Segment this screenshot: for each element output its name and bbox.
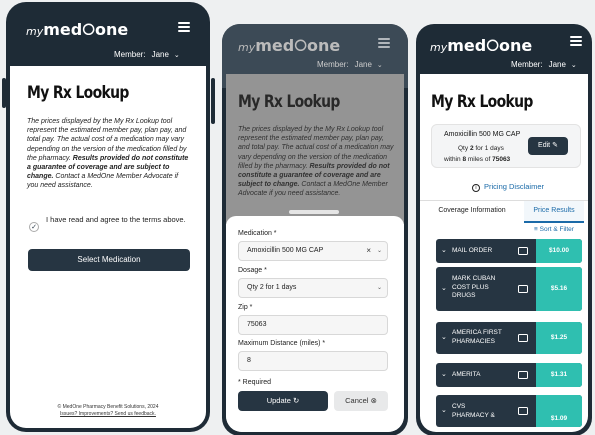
medication-select[interactable]: Amoxicillin 500 MG CAP × ⌄ xyxy=(238,241,388,261)
pill-icon: ⭘ xyxy=(82,20,96,39)
close-circle-icon: ⊗ xyxy=(370,396,377,405)
pharmacy-row[interactable]: ⌄ AMERITA $1.31 xyxy=(436,363,582,387)
agree-label: I have read and agree to the terms above… xyxy=(46,215,186,224)
edit-button[interactable]: Edit ✎ xyxy=(528,137,568,155)
tab-coverage-information[interactable]: Coverage Information xyxy=(420,201,524,223)
edit-icon: ✎ xyxy=(552,142,558,149)
sheet-handle[interactable] xyxy=(289,210,339,214)
card-location: within 8 miles of 75063 xyxy=(444,156,511,163)
pharmacy-price: $1.31 xyxy=(536,363,582,387)
chevron-down-icon[interactable]: ⌄ xyxy=(441,370,447,378)
chevron-down-icon: ⌄ xyxy=(173,52,180,59)
member-selector[interactable]: Member: Jane ⌄ xyxy=(317,60,383,69)
medone-logo: mymed⭘one xyxy=(26,20,129,39)
dosage-label: Dosage * xyxy=(238,267,267,274)
update-button[interactable]: Update ↻ xyxy=(238,391,328,411)
card-medication: Amoxicillin 500 MG CAP xyxy=(444,131,521,138)
chevron-down-icon[interactable]: ⌄ xyxy=(441,246,447,254)
pharmacy-row[interactable]: ⌄ MAIL ORDER $10.00 xyxy=(436,239,582,263)
member-selector[interactable]: Member: Jane ⌄ xyxy=(511,60,577,69)
pharmacy-price: $5.16 xyxy=(536,267,582,311)
distance-input[interactable]: 8 xyxy=(238,351,388,371)
screen-1: My Rx Lookup The prices displayed by the… xyxy=(10,66,206,428)
page-title: My Rx Lookup xyxy=(27,83,129,103)
distance-label: Maximum Distance (miles) * xyxy=(238,340,326,347)
info-icon: i xyxy=(472,184,480,192)
results-tabs: Coverage Information Price Results xyxy=(420,200,588,223)
pharmacy-row[interactable]: ⌄ CVS PHARMACY & $1.09 xyxy=(436,395,582,427)
sort-filter-button[interactable]: ≡ Sort & Filter xyxy=(534,226,574,233)
refresh-icon: ↻ xyxy=(292,396,300,405)
footer-copyright: © MedOne Pharmacy Benefit Solutions, 202… xyxy=(57,404,159,410)
chevron-down-icon[interactable]: ⌄ xyxy=(441,284,447,292)
medone-logo: mymed⭘one xyxy=(430,36,533,55)
store-icon xyxy=(518,334,528,342)
side-button xyxy=(211,78,215,124)
pharmacy-price: $1.25 xyxy=(536,322,582,354)
cancel-button[interactable]: Cancel ⊗ xyxy=(334,391,388,411)
screen-3: My Rx Lookup Amoxicillin 500 MG CAP Qty … xyxy=(420,74,588,432)
mail-icon xyxy=(518,247,528,255)
pharmacy-row[interactable]: ⌄ AMERICA FIRST PHARMACIES $1.25 xyxy=(436,322,582,354)
mail-icon xyxy=(518,285,528,293)
pill-icon: ⭘ xyxy=(294,36,308,55)
chevron-down-icon: ⌄ xyxy=(570,62,577,69)
dosage-select[interactable]: Qty 2 for 1 days ⌄ xyxy=(238,278,388,298)
chevron-down-icon[interactable]: ⌄ xyxy=(441,406,447,414)
clear-icon: × xyxy=(366,246,371,255)
member-selector[interactable]: Member: Jane ⌄ xyxy=(114,50,180,59)
filter-icon: ≡ xyxy=(534,226,538,233)
store-icon xyxy=(518,407,528,415)
side-button xyxy=(2,78,6,108)
chevron-down-icon: ⌄ xyxy=(376,285,382,291)
chevron-down-icon[interactable]: ⌄ xyxy=(441,333,447,341)
medone-logo: mymed⭘one xyxy=(238,36,341,55)
pill-icon: ⭘ xyxy=(486,36,500,55)
screen-2: My Rx Lookup The prices displayed by the… xyxy=(226,74,404,432)
pharmacy-row[interactable]: ⌄ MARK CUBAN COST PLUS DRUGS $5.16 xyxy=(436,267,582,311)
phone-frame-3: mymed⭘one Member: Jane ⌄ My Rx Lookup Amox… xyxy=(416,24,592,435)
select-medication-button[interactable]: Select Medication xyxy=(28,249,190,271)
zip-label: Zip * xyxy=(238,304,253,311)
zip-input[interactable]: 75063 xyxy=(238,315,388,335)
chevron-down-icon: ⌄ xyxy=(376,248,382,254)
pricing-disclaimer-link[interactable]: i Pricing Disclaimer xyxy=(472,182,544,192)
footer: © MedOne Pharmacy Benefit Solutions, 202… xyxy=(20,404,196,418)
modal-backdrop[interactable] xyxy=(226,74,404,224)
disclaimer-text: The prices displayed by the My Rx Lookup… xyxy=(27,118,189,190)
store-icon xyxy=(518,371,528,379)
chevron-down-icon: ⌄ xyxy=(376,62,383,69)
search-summary-card: Amoxicillin 500 MG CAP Qty 2 for 1 days … xyxy=(431,124,581,168)
phone-frame-2: mymed⭘one Member:Jane⌄ My Rx Lookup The … xyxy=(222,24,408,435)
hamburger-icon[interactable] xyxy=(178,22,190,34)
page-title: My Rx Lookup xyxy=(431,92,533,112)
phone-frame-1: mymed⭘one Member: Jane ⌄ My Rx Lookup The … xyxy=(6,2,210,432)
medication-label: Medication * xyxy=(238,230,277,237)
pharmacy-price: $10.00 xyxy=(536,239,582,263)
hamburger-icon[interactable] xyxy=(570,36,582,48)
hamburger-icon[interactable] xyxy=(378,38,390,50)
tab-price-results[interactable]: Price Results xyxy=(524,201,584,223)
agree-checkbox[interactable]: ✓ xyxy=(29,222,39,232)
pharmacy-price: $1.09 xyxy=(536,395,582,427)
card-quantity: Qty 2 for 1 days xyxy=(458,145,504,152)
required-note: * Required xyxy=(238,379,272,386)
edit-search-sheet: Medication * Amoxicillin 500 MG CAP × ⌄ Do… xyxy=(226,210,404,432)
feedback-link[interactable]: Issues? Improvements? Send us feedback. xyxy=(20,411,196,418)
